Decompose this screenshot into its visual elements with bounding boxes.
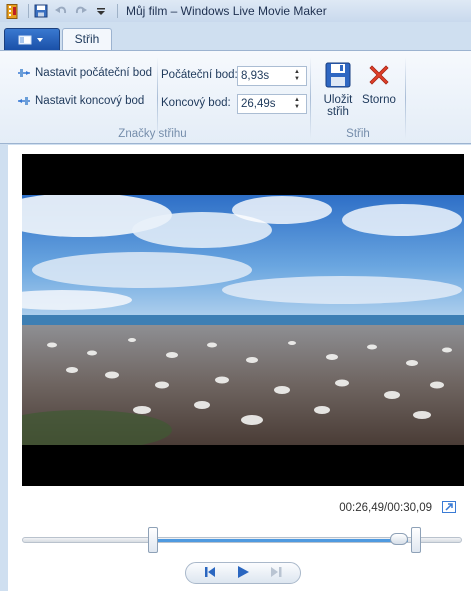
fullscreen-icon — [442, 500, 456, 516]
undo-icon[interactable] — [53, 3, 69, 19]
set-start-point-icon — [16, 67, 32, 79]
title-separator — [117, 4, 118, 18]
markers-inner-divider — [157, 57, 158, 139]
trim-markers-group-label: Značky střihu — [118, 128, 187, 140]
previous-frame-icon — [200, 566, 218, 581]
ribbon: Nastavit počáteční bod Nastavit koncový … — [0, 50, 471, 144]
start-point-input[interactable] — [238, 67, 290, 85]
previous-frame-button[interactable] — [195, 564, 223, 582]
next-frame-icon — [268, 566, 286, 581]
customize-qat-icon[interactable] — [93, 3, 109, 19]
start-point-label: Počáteční bod: — [161, 69, 238, 81]
end-point-label: Koncový bod: — [161, 97, 231, 109]
trim-group: Uložit střih Storno Střih — [311, 51, 405, 144]
fullscreen-button[interactable] — [441, 500, 457, 516]
play-button[interactable] — [229, 564, 257, 582]
set-start-point-label: Nastavit počáteční bod — [35, 67, 152, 79]
start-point-spinner[interactable]: ▲▼ — [237, 66, 307, 86]
save-trim-label-line2: střih — [327, 106, 349, 118]
ribbon-tab-row: Střih — [0, 22, 471, 51]
trim-selection-range — [153, 539, 409, 542]
ribbon-end-divider — [405, 57, 406, 139]
start-point-spin-arrows[interactable]: ▲ ▼ — [290, 67, 304, 85]
cancel-trim-button[interactable]: Storno — [360, 59, 398, 106]
window-title: Můj film – Windows Live Movie Maker — [126, 4, 327, 18]
playback-controls — [185, 562, 301, 584]
save-trim-label-line1: Uložit — [323, 94, 353, 106]
application-menu-button[interactable] — [4, 28, 60, 50]
title-bar: Můj film – Windows Live Movie Maker — [0, 0, 471, 22]
redo-icon[interactable] — [73, 3, 89, 19]
tab-trim[interactable]: Střih — [62, 28, 112, 51]
cancel-icon — [363, 59, 395, 91]
next-frame-button[interactable] — [263, 564, 291, 582]
trim-end-handle[interactable] — [411, 527, 422, 553]
video-frame — [22, 195, 464, 445]
play-icon — [235, 565, 251, 582]
playhead-thumb[interactable] — [390, 533, 409, 545]
cancel-trim-label: Storno — [362, 94, 396, 106]
set-end-point-label: Nastavit koncový bod — [35, 95, 145, 107]
save-icon[interactable] — [33, 3, 49, 19]
video-preview[interactable] — [22, 154, 464, 486]
set-end-point-icon — [16, 95, 32, 107]
end-point-spin-arrows[interactable]: ▲ ▼ — [290, 95, 304, 113]
trim-start-handle[interactable] — [148, 527, 159, 553]
qat-separator — [28, 4, 29, 18]
trim-markers-group: Nastavit počáteční bod Nastavit koncový … — [0, 51, 307, 144]
end-point-input[interactable] — [238, 95, 290, 113]
trim-group-label: Střih — [346, 128, 370, 140]
movie-maker-app-icon[interactable] — [4, 3, 20, 19]
save-trim-icon — [322, 59, 354, 91]
end-point-spinner[interactable]: ▲▼ — [237, 94, 307, 114]
timecode-display: 00:26,49/00:30,09 — [339, 502, 432, 514]
save-trim-button[interactable]: Uložit střih — [320, 59, 356, 118]
set-end-point-button[interactable]: Nastavit koncový bod — [16, 95, 144, 107]
set-start-point-button[interactable]: Nastavit počáteční bod — [16, 67, 152, 79]
